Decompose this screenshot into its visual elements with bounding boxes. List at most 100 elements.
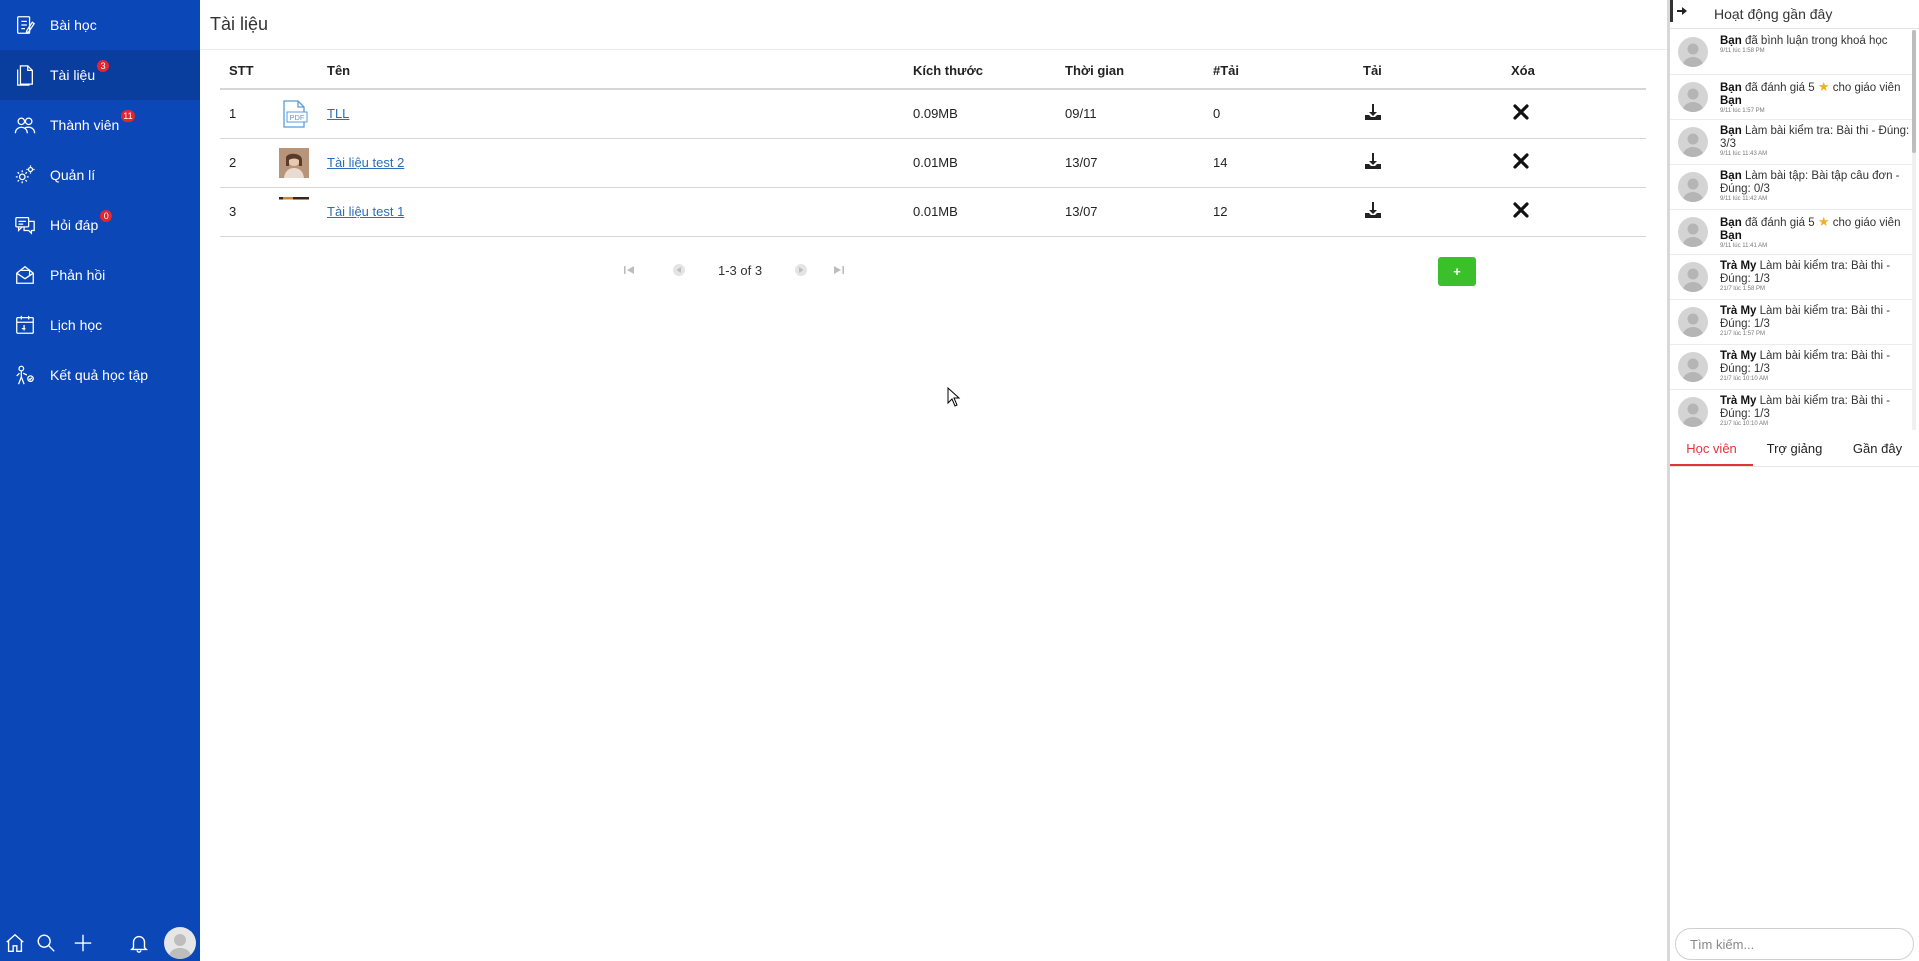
last-page-icon[interactable] <box>830 261 848 279</box>
activity-text: Bạn đã bình luận trong khoá học 9/11 lúc… <box>1720 35 1910 55</box>
bell-icon[interactable] <box>127 931 151 955</box>
activity-item[interactable]: Bạn đã đánh giá 5 ★ cho giáo viên Bạn 9/… <box>1670 210 1915 255</box>
collapse-panel-icon[interactable] <box>1670 0 1690 22</box>
results-icon <box>14 364 36 386</box>
document-link[interactable]: TLL <box>327 106 349 121</box>
plus-icon[interactable] <box>71 931 95 955</box>
search-input[interactable] <box>1675 928 1914 960</box>
activity-text: Bạn Làm bài tập: Bài tập câu đơn - Đúng:… <box>1720 170 1910 203</box>
table-header-row: STT Tên Kích thước Thời gian #Tải Tải Xó… <box>220 53 1646 90</box>
lesson-icon <box>14 14 36 36</box>
avatar <box>1678 397 1708 427</box>
row-index: 2 <box>220 138 270 188</box>
count-badge: 3 <box>97 60 110 72</box>
search-icon[interactable] <box>34 931 58 955</box>
home-icon[interactable] <box>3 931 27 955</box>
image-thumbnail <box>279 196 309 227</box>
file-size: 0.01MB <box>904 138 1056 188</box>
divider <box>200 49 1667 50</box>
delete-icon[interactable] <box>1511 200 1531 220</box>
count-badge: 11 <box>121 110 135 122</box>
avatar[interactable] <box>164 927 196 959</box>
activity-item[interactable]: Bạn đã đánh giá 5 ★ cho giáo viên Bạn 9/… <box>1670 75 1915 120</box>
pdf-icon: PDF <box>279 99 309 129</box>
add-document-button[interactable]: + <box>1438 257 1476 286</box>
activity-item[interactable]: Bạn Làm bài tập: Bài tập câu đơn - Đúng:… <box>1670 165 1915 210</box>
star-icon: ★ <box>1817 79 1830 94</box>
activity-text: Bạn Làm bài kiểm tra: Bài thi - Đúng: 3/… <box>1720 125 1910 157</box>
row-index: 1 <box>220 89 270 139</box>
panel-title: Hoạt động gần đây <box>1714 6 1833 22</box>
gear-icon <box>14 164 36 186</box>
document-link[interactable]: Tài liệu test 1 <box>327 204 404 219</box>
activity-item[interactable]: Bạn đã bình luận trong khoá học 9/11 lúc… <box>1670 30 1915 75</box>
document-link[interactable]: Tài liệu test 2 <box>327 155 404 170</box>
avatar <box>1678 262 1708 292</box>
avatar <box>1678 352 1708 382</box>
sidebar-item-ket-qua-hoc-tap[interactable]: Kết quả học tập <box>0 350 200 400</box>
activity-item[interactable]: Bạn Làm bài kiểm tra: Bài thi - Đúng: 3/… <box>1670 120 1915 165</box>
pagination: 1-3 of 3 <box>620 260 848 280</box>
avatar <box>1678 127 1708 157</box>
download-count: 12 <box>1204 187 1354 237</box>
activity-item[interactable]: Trà My Làm bài kiểm tra: Bài thi - Đúng:… <box>1670 300 1915 345</box>
activity-item[interactable]: Trà My Làm bài kiểm tra: Bài thi - Đúng:… <box>1670 390 1915 430</box>
first-page-icon[interactable] <box>620 261 638 279</box>
column-header-thumb <box>270 53 318 90</box>
upload-date: 13/07 <box>1056 187 1204 237</box>
document-icon <box>14 64 36 86</box>
chat-icon <box>14 214 36 236</box>
row-index: 3 <box>220 187 270 237</box>
activity-scrollbar[interactable] <box>1912 30 1916 430</box>
tab-gan-day[interactable]: Gần đây <box>1836 433 1919 466</box>
sidebar-item-label: Tài liệu <box>50 67 96 83</box>
documents-table: STT Tên Kích thước Thời gian #Tải Tải Xó… <box>220 53 1646 237</box>
tab-hoc-vien[interactable]: Học viên <box>1670 433 1753 466</box>
activity-time: 21/7 lúc 10:10 AM <box>1720 376 1769 382</box>
column-header-stt: STT <box>220 53 270 90</box>
count-badge: 0 <box>100 210 113 222</box>
feedback-icon <box>14 264 36 286</box>
sidebar-item-phan-hoi[interactable]: Phản hồi <box>0 250 200 300</box>
delete-icon[interactable] <box>1511 102 1531 122</box>
sidebar-item-lich-hoc[interactable]: Lịch học <box>0 300 200 350</box>
sidebar-item-label: Hỏi đáp <box>50 217 99 233</box>
next-page-icon[interactable] <box>792 261 810 279</box>
activity-time: 21/7 lúc 10:10 AM <box>1720 421 1769 427</box>
table-row: 2 Tài liệu test 2 0.01MB 13/07 14 <box>220 138 1646 188</box>
activity-text: Trà My Làm bài kiểm tra: Bài thi - Đúng:… <box>1720 305 1910 338</box>
upload-date: 09/11 <box>1056 89 1204 139</box>
sidebar-item-quan-li[interactable]: Quản lí <box>0 150 200 200</box>
previous-page-icon[interactable] <box>670 261 688 279</box>
main-content: Tài liệu STT Tên Kích thước Thời gian #T… <box>200 0 1667 961</box>
sidebar: Bài học Tài liệu 3 Thành viên 11 Quản lí… <box>0 0 200 961</box>
mouse-cursor-icon <box>947 387 961 407</box>
sidebar-item-bai-hoc[interactable]: Bài học <box>0 0 200 50</box>
panel-header: Hoạt động gần đây <box>1670 0 1919 29</box>
tab-tro-giang[interactable]: Trợ giảng <box>1753 433 1836 466</box>
download-count: 14 <box>1204 138 1354 188</box>
download-icon[interactable] <box>1363 200 1383 220</box>
download-icon[interactable] <box>1363 102 1383 122</box>
sidebar-item-label: Phản hồi <box>50 267 106 283</box>
sidebar-item-tai-lieu[interactable]: Tài liệu 3 <box>0 50 200 100</box>
column-header-delete: Xóa <box>1502 53 1646 90</box>
star-icon: ★ <box>1817 214 1830 229</box>
sidebar-item-thanh-vien[interactable]: Thành viên 11 <box>0 100 200 150</box>
sidebar-item-hoi-dap[interactable]: Hỏi đáp 0 <box>0 200 200 250</box>
download-count: 0 <box>1204 89 1354 139</box>
avatar <box>1678 217 1708 247</box>
column-header-downloads: #Tải <box>1204 53 1354 90</box>
download-icon[interactable] <box>1363 151 1383 171</box>
delete-icon[interactable] <box>1511 151 1531 171</box>
file-size: 0.09MB <box>904 89 1056 139</box>
activity-item[interactable]: Trà My Làm bài kiểm tra: Bài thi - Đúng:… <box>1670 345 1915 390</box>
table-row: 3 Tài liệu test 1 0.01MB 13/07 12 <box>220 187 1646 237</box>
scrollbar-thumb[interactable] <box>1912 30 1916 153</box>
activity-time: 9/11 lúc 11:41 AM <box>1720 243 1768 249</box>
member-tabs: Học viên Trợ giảng Gần đây <box>1670 433 1919 467</box>
sidebar-item-label: Quản lí <box>50 167 96 183</box>
activity-time: 9/11 lúc 11:42 AM <box>1720 196 1768 202</box>
image-thumbnail <box>279 147 309 178</box>
activity-item[interactable]: Trà My Làm bài kiểm tra: Bài thi - Đúng:… <box>1670 255 1915 300</box>
